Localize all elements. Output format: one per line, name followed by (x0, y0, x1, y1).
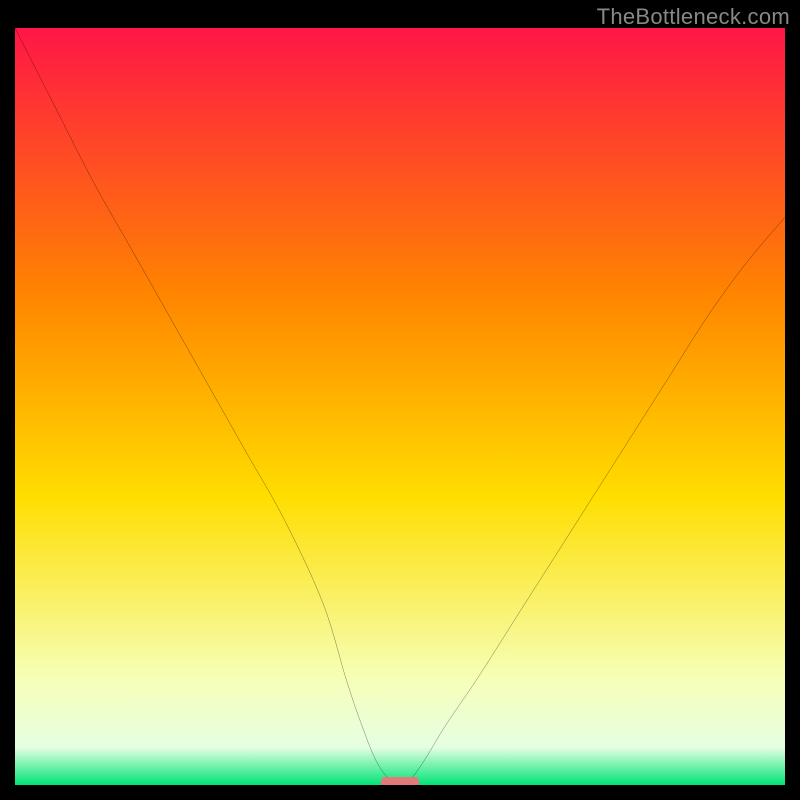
watermark-label: TheBottleneck.com (597, 4, 790, 30)
gradient-background (15, 28, 785, 785)
optimal-marker (381, 777, 420, 785)
chart-plot-area (15, 28, 785, 785)
chart-frame: TheBottleneck.com (0, 0, 800, 800)
chart-svg (15, 28, 785, 785)
